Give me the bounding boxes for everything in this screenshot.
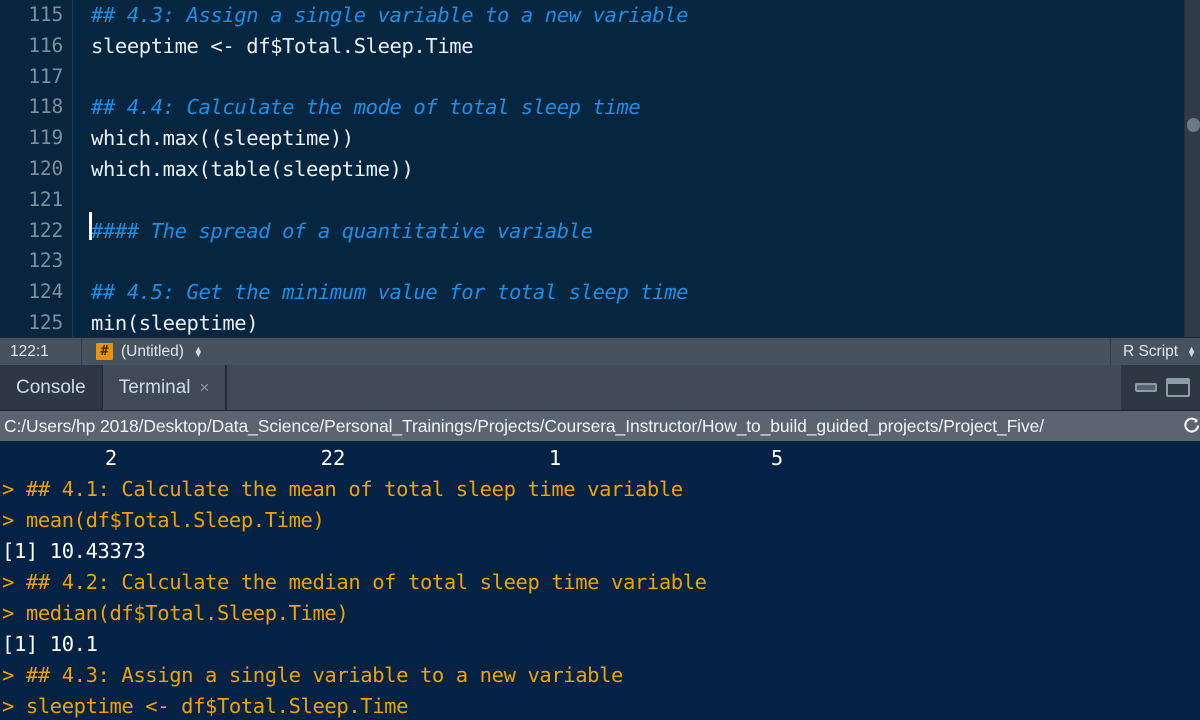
console-line-list: > ## 4.1: Calculate the mean of total sl… xyxy=(0,474,1200,720)
editor-status-bar: 122:1 # (Untitled) ▲ ▼ R Script ▲ ▼ xyxy=(0,337,1200,366)
maximize-pane-icon[interactable] xyxy=(1166,378,1190,397)
line-text: ## 4.4: Calculate the mode of total slee… xyxy=(91,95,641,120)
editor-line[interactable]: 120 which.max(table(sleeptime)) xyxy=(0,154,1200,185)
line-number: 121 xyxy=(28,187,63,211)
editor-line[interactable]: 122 #### The spread of a quantitative var… xyxy=(0,216,1200,247)
console-input-line: > mean(df$Total.Sleep.Time) xyxy=(2,508,325,532)
rstudio-window: 115 ## 4.3: Assign a single variable to a… xyxy=(0,0,1200,720)
editor-code-area[interactable]: 115 ## 4.3: Assign a single variable to a… xyxy=(0,0,1200,337)
line-number: 120 xyxy=(28,156,63,180)
editor-vertical-scrollbar[interactable] xyxy=(1184,0,1200,337)
console-input-line: > ## 4.3: Assign a single variable to a … xyxy=(2,663,623,687)
chevron-updown-icon-filetype: ▲ ▼ xyxy=(1187,343,1196,359)
line-number: 119 xyxy=(28,126,63,150)
line-number: 124 xyxy=(28,280,63,304)
console-output-area[interactable]: 2 22 1 5 > ## 4.1: Calculate the mean of to… xyxy=(0,441,1200,720)
text-cursor xyxy=(89,212,92,240)
editor-scrollbar-thumb[interactable] xyxy=(1187,118,1200,132)
editor-line[interactable]: 116 sleeptime <- df$Total.Sleep.Time xyxy=(0,31,1200,62)
tab-console[interactable]: Console xyxy=(0,365,102,410)
editor-line[interactable]: 123 xyxy=(0,246,1200,277)
editor-line[interactable]: 121 xyxy=(0,185,1200,216)
table-cell: 2 xyxy=(104,446,118,470)
console-input-line: > ## 4.2: Calculate the median of total … xyxy=(2,570,707,594)
line-text: which.max((sleeptime)) xyxy=(91,126,354,151)
table-cell: 22 xyxy=(320,446,346,470)
editor-line[interactable]: 117 xyxy=(0,62,1200,93)
line-number: 125 xyxy=(28,310,63,334)
editor-line[interactable]: 124 ## 4.5: Get the minimum value for tot… xyxy=(0,277,1200,308)
line-number: 118 xyxy=(28,95,63,119)
line-text: sleeptime <- df$Total.Sleep.Time xyxy=(91,33,474,58)
line-number: 122 xyxy=(28,218,63,242)
console-input-line: > ## 4.1: Calculate the mean of total sl… xyxy=(2,477,683,501)
pane-control-group xyxy=(1121,365,1200,410)
line-text: which.max(table(sleeptime)) xyxy=(91,156,414,181)
line-number: 115 xyxy=(28,3,63,26)
line-number: 117 xyxy=(28,64,63,88)
close-icon[interactable]: × xyxy=(200,378,210,398)
line-text: #### The spread of a quantitative variab… xyxy=(91,218,593,243)
editor-line[interactable]: 119 which.max((sleeptime)) xyxy=(0,123,1200,154)
editor-line[interactable]: 118 ## 4.4: Calculate the mode of total s… xyxy=(0,92,1200,123)
line-number: 123 xyxy=(28,249,63,273)
code-scope-selector[interactable]: # (Untitled) ▲ ▼ xyxy=(82,338,1110,365)
working-directory-path[interactable]: C:/Users/hp 2018/Desktop/Data_Science/Pe… xyxy=(4,416,1044,437)
line-text: ## 4.5: Get the minimum value for total … xyxy=(91,280,689,305)
chevron-updown-icon: ▲ ▼ xyxy=(193,343,203,359)
console-output-line: [1] 10.43373 xyxy=(2,539,146,563)
scope-label: (Untitled) xyxy=(121,342,184,360)
section-hash-icon: # xyxy=(96,343,113,360)
editor-line[interactable]: 125 min(sleeptime) xyxy=(0,308,1200,337)
line-text: min(sleeptime) xyxy=(91,310,259,335)
table-cell: 5 xyxy=(770,446,784,470)
refresh-icon[interactable] xyxy=(1183,417,1200,434)
minimize-pane-icon[interactable] xyxy=(1135,383,1157,392)
tab-strip-filler xyxy=(226,365,1121,410)
cursor-position-indicator[interactable]: 122:1 xyxy=(0,338,82,365)
console-working-directory-bar[interactable]: C:/Users/hp 2018/Desktop/Data_Science/Pe… xyxy=(0,411,1200,441)
tab-terminal-label: Terminal xyxy=(118,376,191,398)
console-tab-strip: Console Terminal × xyxy=(0,365,1200,411)
console-input-line: > sleeptime <- df$Total.Sleep.Time xyxy=(2,694,409,718)
source-editor-pane[interactable]: 115 ## 4.3: Assign a single variable to a… xyxy=(0,0,1200,337)
tab-console-label: Console xyxy=(16,376,86,398)
line-text: ## 4.3: Assign a single variable to a ne… xyxy=(91,3,689,27)
console-table-output-row: 2 22 1 5 xyxy=(0,443,1200,474)
console-output-line: [1] 10.1 xyxy=(2,632,98,656)
tab-terminal[interactable]: Terminal × xyxy=(101,365,227,410)
line-number: 116 xyxy=(28,33,63,57)
file-type-selector[interactable]: R Script ▲ ▼ xyxy=(1109,338,1200,365)
table-cell: 1 xyxy=(548,446,562,470)
file-type-label: R Script xyxy=(1122,342,1179,360)
console-input-line: > median(df$Total.Sleep.Time) xyxy=(2,601,349,625)
editor-line[interactable]: 115 ## 4.3: Assign a single variable to a… xyxy=(0,0,1200,31)
